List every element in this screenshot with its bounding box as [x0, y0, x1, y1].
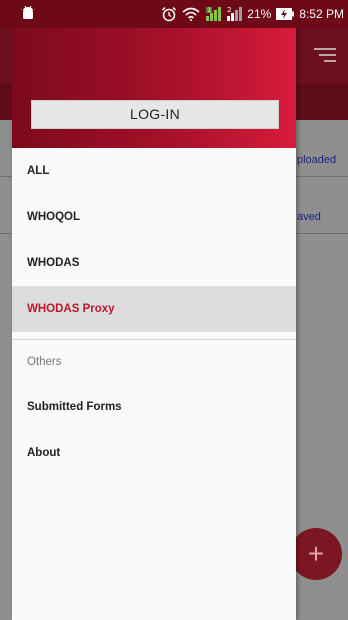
- wifi-icon: [182, 7, 200, 21]
- battery-charging-icon: [276, 8, 295, 20]
- list-item-label: ploaded: [297, 154, 337, 166]
- menu-item-whodas-proxy[interactable]: WHODAS Proxy: [12, 286, 296, 332]
- add-form-button[interactable]: +: [290, 528, 342, 580]
- menu-section-header: Others: [27, 356, 62, 368]
- menu-item-all[interactable]: ALL: [12, 148, 296, 194]
- drawer-menu: ALL WHOQOL WHODAS WHODAS Proxy Others Su…: [12, 148, 296, 476]
- plus-icon: +: [307, 538, 325, 569]
- android-icon: [23, 5, 33, 19]
- navigation-drawer: LOG-IN ALL WHOQOL WHODAS WHODAS Proxy Ot…: [12, 28, 296, 620]
- filter-menu-icon[interactable]: [314, 48, 336, 66]
- signal-icon-sim2: 2: [227, 6, 243, 21]
- battery-percent: 21%: [247, 7, 272, 21]
- menu-item-whoqol[interactable]: WHOQOL: [12, 194, 296, 240]
- login-button[interactable]: LOG-IN: [31, 100, 279, 129]
- drawer-header: LOG-IN: [12, 28, 296, 148]
- status-bar: 1 2 21% 8:52 PM: [0, 0, 348, 28]
- menu-item-submitted-forms[interactable]: Submitted Forms: [12, 384, 296, 430]
- menu-item-about[interactable]: About: [12, 430, 296, 476]
- list-item-label: aved: [297, 211, 321, 223]
- menu-item-whodas[interactable]: WHODAS: [12, 240, 296, 286]
- signal-icon-sim1: 1: [206, 7, 222, 21]
- svg-text:1: 1: [208, 7, 212, 14]
- alarm-icon: [162, 6, 177, 22]
- clock-time: 8:52 PM: [299, 7, 344, 21]
- svg-text:2: 2: [227, 6, 231, 14]
- app-screen: 1 2 21% 8:52 PM ploaded aved + LOG-IN AL…: [0, 0, 348, 620]
